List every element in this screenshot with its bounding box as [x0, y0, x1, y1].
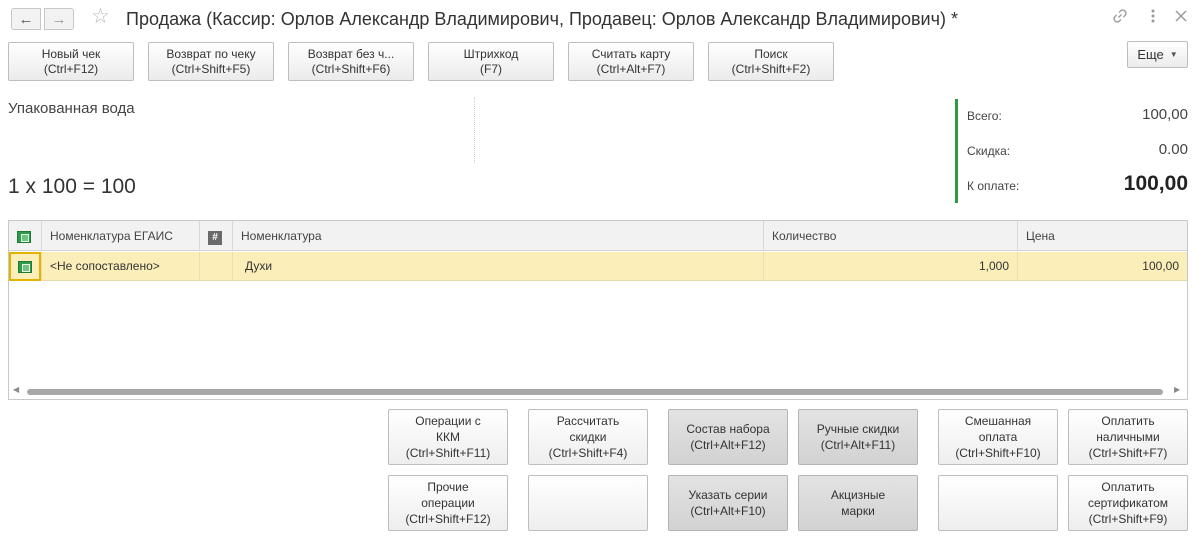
- items-table: Номенклатура ЕГАИС # Номенклатура Количе…: [8, 220, 1188, 400]
- barcode-label: Штрихкод: [463, 46, 519, 61]
- egais-status-header[interactable]: [9, 221, 42, 251]
- read-card-label: Считать карту: [591, 46, 671, 61]
- to-pay-label: К оплате:: [967, 179, 1020, 193]
- empty-button[interactable]: [528, 475, 648, 531]
- more-vertical-icon[interactable]: [1150, 8, 1156, 26]
- search-shortcut: (Ctrl+Shift+F2): [731, 61, 811, 76]
- manual-discounts-label: Ручные скидки: [816, 422, 900, 436]
- pay-certificate-line1: Оплатить: [1101, 480, 1155, 494]
- search-label: Поиск: [754, 46, 788, 61]
- calculate-discounts-line2: скидки: [569, 430, 607, 444]
- pay-cash-button[interactable]: Оплатить наличными (Ctrl+Shift+F7): [1068, 409, 1188, 465]
- kkm-operations-button[interactable]: Операции с ККМ (Ctrl+Shift+F11): [388, 409, 508, 465]
- chevron-down-icon: ▼: [1169, 50, 1178, 59]
- manual-discounts-shortcut: (Ctrl+Alt+F11): [820, 438, 896, 452]
- title-bar: ← → ☆ Продажа (Кассир: Орлов Александр В…: [0, 0, 1203, 38]
- hash-cell[interactable]: [200, 252, 233, 281]
- return-without-receipt-button[interactable]: Возврат без ч... (Ctrl+Shift+F6): [288, 42, 414, 81]
- kit-composition-label: Состав набора: [686, 422, 770, 436]
- discount-value: 0.00: [1158, 141, 1188, 158]
- forward-arrow-icon[interactable]: →: [44, 8, 74, 30]
- return-without-receipt-shortcut: (Ctrl+Shift+F6): [311, 61, 391, 76]
- totals-accent-bar: [955, 99, 958, 203]
- read-card-shortcut: (Ctrl+Alt+F7): [596, 61, 666, 76]
- quantity-cell[interactable]: 1,000: [764, 252, 1018, 281]
- other-operations-button[interactable]: Прочие операции (Ctrl+Shift+F12): [388, 475, 508, 531]
- column-header-hash[interactable]: #: [200, 221, 233, 251]
- kkm-operations-line2: ККМ: [436, 430, 460, 444]
- pay-certificate-line2: сертификатом: [1087, 496, 1169, 510]
- kkm-operations-line1: Операции с: [415, 414, 481, 428]
- specify-series-shortcut: (Ctrl+Alt+F10): [690, 504, 766, 518]
- scroll-right-icon[interactable]: ▶: [1174, 385, 1180, 394]
- other-operations-shortcut: (Ctrl+Shift+F12): [405, 512, 491, 526]
- nomenclature-cell[interactable]: Духи: [233, 252, 764, 281]
- new-receipt-button[interactable]: Новый чек (Ctrl+F12): [8, 42, 134, 81]
- specify-series-label: Указать серии: [688, 488, 768, 502]
- return-by-receipt-shortcut: (Ctrl+Shift+F5): [171, 61, 251, 76]
- read-card-button[interactable]: Считать карту (Ctrl+Alt+F7): [568, 42, 694, 81]
- hash-icon: #: [208, 231, 222, 245]
- egais-icon: [17, 230, 31, 243]
- return-by-receipt-button[interactable]: Возврат по чеку (Ctrl+Shift+F5): [148, 42, 274, 81]
- column-header-egais[interactable]: Номенклатура ЕГАИС: [42, 221, 200, 251]
- other-operations-line2: операции: [421, 496, 475, 510]
- more-label: Еще: [1137, 47, 1164, 62]
- product-name: Упакованная вода: [8, 100, 135, 117]
- pay-certificate-button[interactable]: Оплатить сертификатом (Ctrl+Shift+F9): [1068, 475, 1188, 531]
- scroll-left-icon[interactable]: ◀: [13, 385, 19, 394]
- pay-certificate-shortcut: (Ctrl+Shift+F9): [1088, 512, 1168, 526]
- total-value: 100,00: [1142, 106, 1188, 123]
- discount-label: Скидка:: [967, 144, 1011, 158]
- pay-cash-line1: Оплатить: [1101, 414, 1155, 428]
- egais-status-cell[interactable]: [9, 252, 42, 281]
- kit-composition-button[interactable]: Состав набора (Ctrl+Alt+F12): [668, 409, 788, 465]
- back-arrow-icon[interactable]: ←: [11, 8, 41, 30]
- close-icon[interactable]: [1175, 10, 1187, 24]
- mixed-payment-line2: оплата: [978, 430, 1018, 444]
- total-label: Всего:: [967, 109, 1002, 123]
- return-by-receipt-label: Возврат по чеку: [166, 46, 256, 61]
- egais-icon: [18, 260, 32, 273]
- search-button[interactable]: Поиск (Ctrl+Shift+F2): [708, 42, 834, 81]
- column-header-price[interactable]: Цена: [1018, 221, 1187, 251]
- divider: [474, 97, 475, 163]
- table-row[interactable]: <Не сопоставлено> Духи 1,000 100,00: [9, 252, 1187, 281]
- link-icon[interactable]: [1113, 9, 1127, 25]
- return-without-receipt-label: Возврат без ч...: [307, 46, 395, 61]
- pay-cash-line2: наличными: [1096, 430, 1160, 444]
- mixed-payment-button[interactable]: Смешанная оплата (Ctrl+Shift+F10): [938, 409, 1058, 465]
- excise-stamps-line2: марки: [841, 504, 875, 518]
- kkm-operations-shortcut: (Ctrl+Shift+F11): [405, 446, 491, 460]
- new-receipt-label: Новый чек: [41, 46, 101, 61]
- calculate-discounts-shortcut: (Ctrl+Shift+F4): [548, 446, 628, 460]
- window-title: Продажа (Кассир: Орлов Александр Владими…: [126, 9, 958, 29]
- kit-composition-shortcut: (Ctrl+Alt+F12): [690, 438, 766, 452]
- excise-stamps-button[interactable]: Акцизные марки: [798, 475, 918, 531]
- new-receipt-shortcut: (Ctrl+F12): [43, 61, 99, 76]
- barcode-shortcut: (F7): [480, 61, 502, 76]
- egais-cell[interactable]: <Не сопоставлено>: [42, 252, 200, 281]
- mixed-payment-line1: Смешанная: [964, 414, 1032, 428]
- to-pay-value: 100,00: [1123, 172, 1188, 195]
- excise-stamps-line1: Акцизные: [830, 488, 886, 502]
- barcode-button[interactable]: Штрихкод (F7): [428, 42, 554, 81]
- price-cell[interactable]: 100,00: [1018, 252, 1187, 281]
- mixed-payment-shortcut: (Ctrl+Shift+F10): [955, 446, 1041, 460]
- table-header: Номенклатура ЕГАИС # Номенклатура Количе…: [9, 221, 1187, 251]
- pay-cash-shortcut: (Ctrl+Shift+F7): [1088, 446, 1168, 460]
- manual-discounts-button[interactable]: Ручные скидки (Ctrl+Alt+F11): [798, 409, 918, 465]
- product-calculation: 1 x 100 = 100: [8, 175, 136, 198]
- empty-button[interactable]: [938, 475, 1058, 531]
- horizontal-scrollbar[interactable]: [27, 389, 1163, 395]
- more-button[interactable]: Еще ▼: [1127, 41, 1188, 68]
- star-icon[interactable]: ☆: [91, 6, 110, 27]
- column-header-nomenclature[interactable]: Номенклатура: [233, 221, 764, 251]
- specify-series-button[interactable]: Указать серии (Ctrl+Alt+F10): [668, 475, 788, 531]
- other-operations-line1: Прочие: [427, 480, 469, 494]
- column-header-quantity[interactable]: Количество: [764, 221, 1018, 251]
- calculate-discounts-button[interactable]: Рассчитать скидки (Ctrl+Shift+F4): [528, 409, 648, 465]
- calculate-discounts-line1: Рассчитать: [556, 414, 620, 428]
